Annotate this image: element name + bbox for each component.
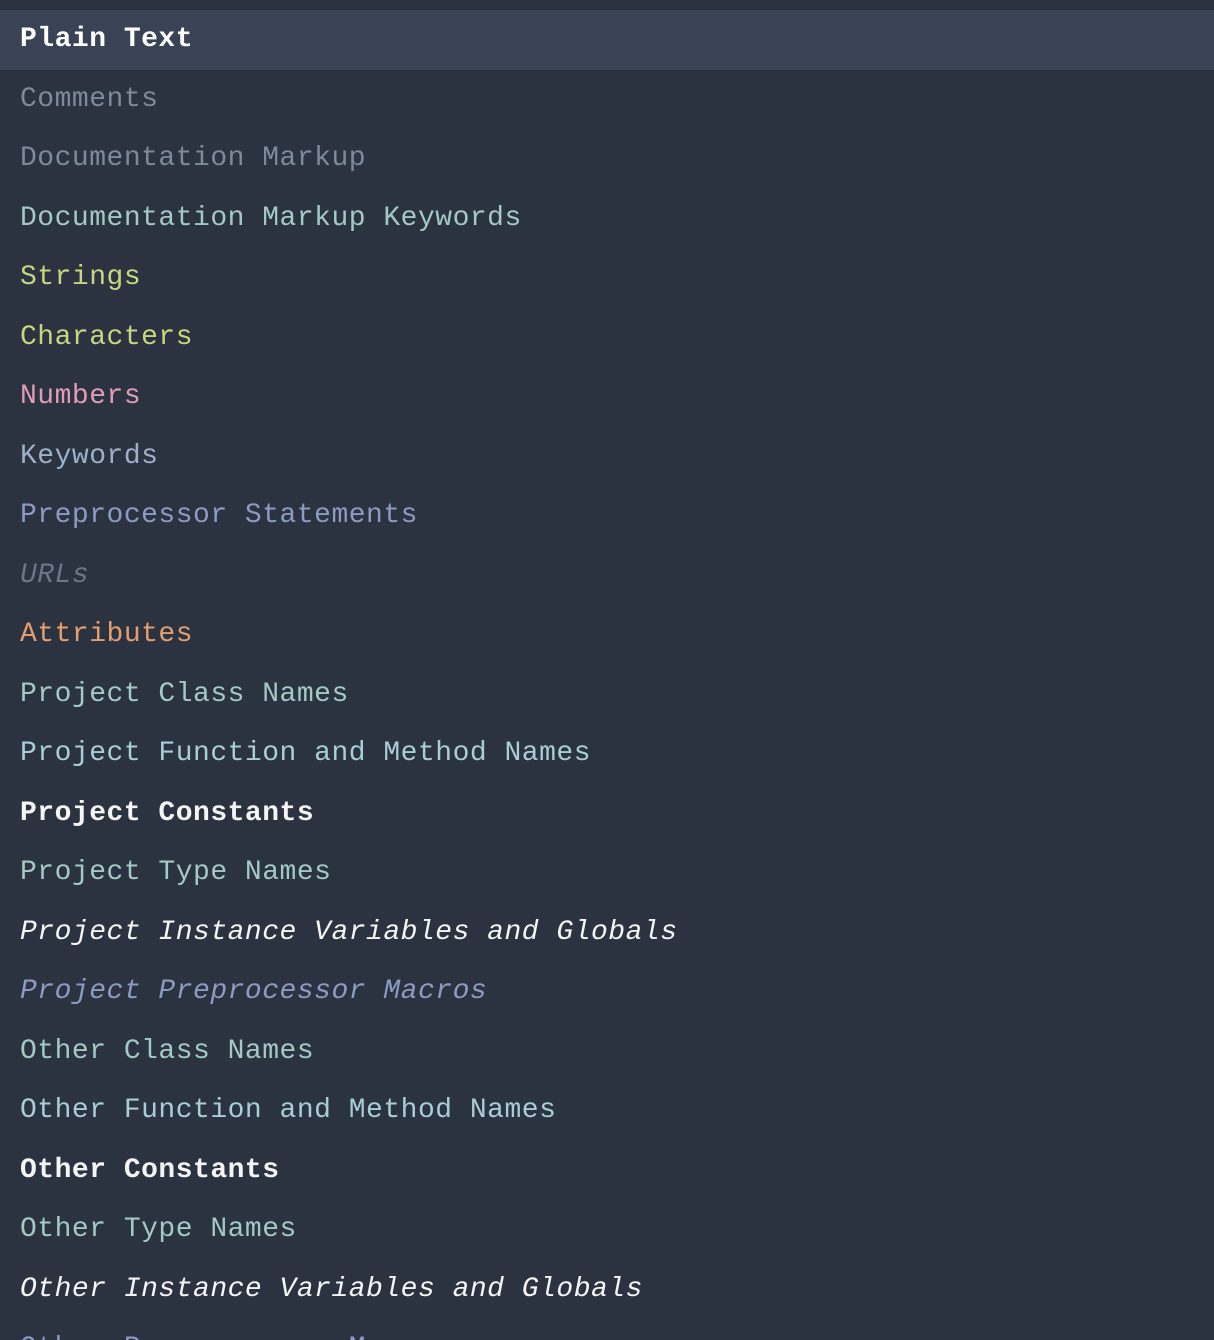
syntax-category-item[interactable]: Strings	[0, 248, 1214, 308]
syntax-category-list: Plain TextCommentsDocumentation MarkupDo…	[0, 10, 1214, 1340]
syntax-category-item[interactable]: Other Constants	[0, 1141, 1214, 1201]
syntax-category-item[interactable]: Project Function and Method Names	[0, 724, 1214, 784]
syntax-category-item[interactable]: Comments	[0, 70, 1214, 130]
syntax-category-item[interactable]: Project Preprocessor Macros	[0, 962, 1214, 1022]
syntax-category-item[interactable]: Characters	[0, 308, 1214, 368]
syntax-category-item[interactable]: Project Type Names	[0, 843, 1214, 903]
syntax-category-item[interactable]: Numbers	[0, 367, 1214, 427]
syntax-category-item[interactable]: Project Constants	[0, 784, 1214, 844]
syntax-category-item[interactable]: Project Instance Variables and Globals	[0, 903, 1214, 963]
syntax-theme-panel: Plain TextCommentsDocumentation MarkupDo…	[0, 0, 1214, 1340]
syntax-category-item[interactable]: Keywords	[0, 427, 1214, 487]
syntax-category-item[interactable]: URLs	[0, 546, 1214, 606]
syntax-category-item[interactable]: Preprocessor Statements	[0, 486, 1214, 546]
syntax-category-item[interactable]: Documentation Markup	[0, 129, 1214, 189]
syntax-category-item[interactable]: Documentation Markup Keywords	[0, 189, 1214, 249]
syntax-category-item[interactable]: Project Class Names	[0, 665, 1214, 725]
syntax-category-item[interactable]: Other Type Names	[0, 1200, 1214, 1260]
syntax-category-item[interactable]: Other Instance Variables and Globals	[0, 1260, 1214, 1320]
syntax-category-item[interactable]: Other Function and Method Names	[0, 1081, 1214, 1141]
syntax-category-item[interactable]: Attributes	[0, 605, 1214, 665]
syntax-category-item[interactable]: Plain Text	[0, 10, 1214, 70]
syntax-category-item[interactable]: Other Class Names	[0, 1022, 1214, 1082]
syntax-category-item[interactable]: Other Preprocessor Macros	[0, 1319, 1214, 1340]
